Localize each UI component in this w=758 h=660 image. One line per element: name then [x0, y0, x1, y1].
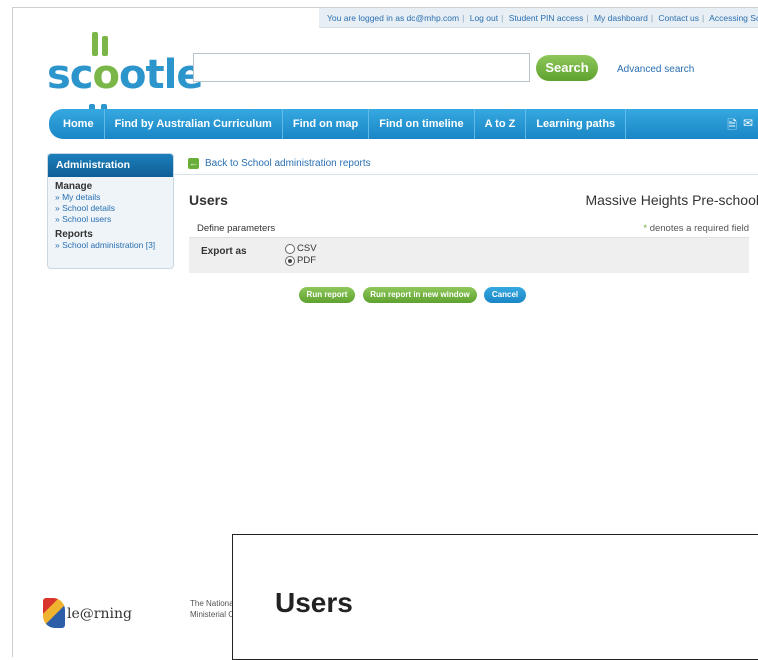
my-dashboard-link[interactable]: My dashboard	[594, 13, 648, 23]
logout-link[interactable]: Log out	[470, 13, 498, 23]
run-report-button[interactable]: Run report	[299, 287, 355, 303]
radio-csv[interactable]: CSV	[285, 243, 317, 254]
search-button[interactable]: Search	[536, 55, 598, 81]
scootle-logo[interactable]: scootle	[47, 30, 203, 122]
document-icon[interactable]: 🗎	[727, 116, 737, 137]
cancel-button[interactable]: Cancel	[484, 287, 526, 303]
sidebar-item-school-administration[interactable]: » School administration [3]	[48, 240, 173, 251]
sidebar-reports-heading: Reports	[55, 229, 93, 240]
zoom-callout: Users	[232, 534, 758, 660]
radio-pdf-button[interactable]	[285, 255, 295, 266]
student-pin-link[interactable]: Student PIN access	[509, 13, 584, 23]
nav-learning-paths[interactable]: Learning paths	[526, 118, 625, 130]
logged-in-text: You are logged in as dc@mhp.com	[327, 13, 460, 23]
back-link[interactable]: ← Back to School administration reports	[188, 158, 371, 169]
contact-us-link[interactable]: Contact us	[658, 13, 699, 23]
sidebar-item-school-users[interactable]: » School users	[48, 214, 173, 225]
radio-csv-button[interactable]	[285, 243, 295, 254]
nav-find-on-map[interactable]: Find on map	[283, 118, 368, 130]
required-note-text: denotes a required field	[647, 223, 749, 234]
nav-home[interactable]: Home	[49, 118, 104, 130]
required-note: * denotes a required field	[643, 223, 749, 234]
top-utility-bar: You are logged in as dc@mhp.com | Log out…	[319, 8, 758, 28]
export-options-box: Export as CSV PDF	[189, 237, 749, 273]
run-report-new-window-button[interactable]: Run report in new window	[363, 287, 477, 303]
zoom-title: Users	[275, 587, 353, 618]
nav-a-to-z[interactable]: A to Z	[475, 118, 526, 130]
sidebar-title: Administration	[48, 154, 173, 177]
school-name: Massive Heights Pre-school	[585, 192, 758, 208]
email-icon[interactable]: ✉	[743, 116, 753, 137]
radio-csv-label: CSV	[297, 243, 317, 254]
back-link-label: Back to School administration reports	[205, 158, 371, 169]
nav-find-on-timeline[interactable]: Find on timeline	[369, 118, 473, 130]
advanced-search-link[interactable]: Advanced search	[617, 64, 694, 75]
learning-federation-logo: le@rning	[43, 598, 153, 632]
sidebar-manage-heading: Manage	[55, 181, 93, 192]
sidebar-item-my-details[interactable]: » My details	[48, 192, 173, 203]
footer-logo-text: le@rning	[67, 606, 132, 622]
parameters-header: Define parameters * denotes a required f…	[189, 220, 749, 236]
learning-federation-mark-icon	[43, 598, 65, 628]
export-as-label: Export as	[201, 246, 247, 257]
page-title: Users	[189, 192, 228, 208]
sidebar-item-school-details[interactable]: » School details	[48, 203, 173, 214]
admin-sidebar: Administration Manage » My details » Sch…	[47, 153, 174, 269]
define-parameters-label: Define parameters	[197, 223, 276, 234]
nav-find-by-curriculum[interactable]: Find by Australian Curriculum	[105, 118, 282, 130]
radio-pdf[interactable]: PDF	[285, 255, 316, 266]
search-input[interactable]	[193, 53, 530, 82]
radio-pdf-label: PDF	[297, 255, 316, 266]
accessing-scootle-link[interactable]: Accessing Scootle	[709, 13, 758, 23]
main-nav: Home Find by Australian Curriculum Find …	[49, 109, 758, 139]
back-arrow-icon: ←	[188, 158, 199, 169]
